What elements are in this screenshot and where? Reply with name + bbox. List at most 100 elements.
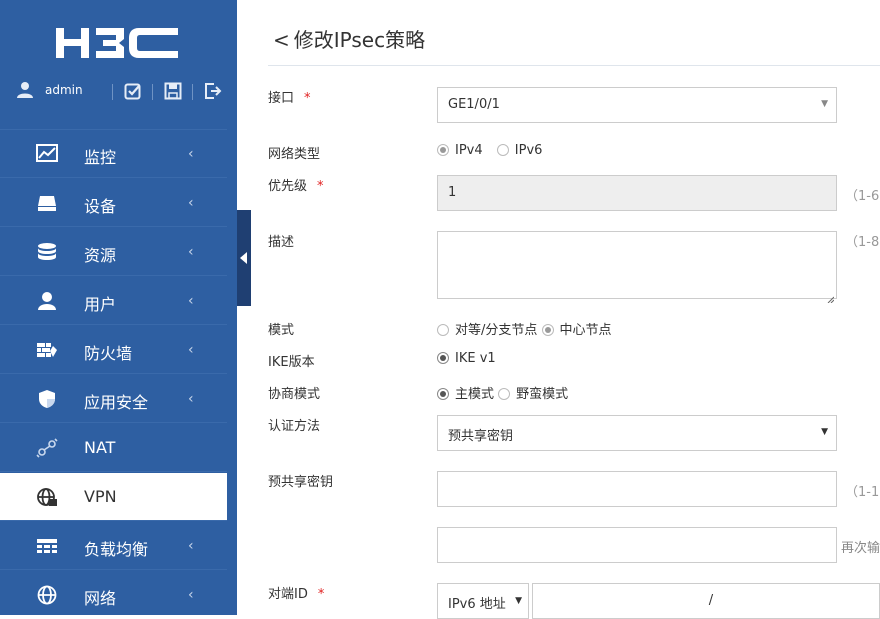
priority-label-text: 优先级 — [268, 179, 308, 194]
radio-label-ipv6: IPv6 — [514, 143, 543, 158]
load-balance-icon — [36, 536, 58, 556]
caret-down-icon: ▼ — [821, 427, 828, 437]
chevron-left-icon: ‹ — [188, 195, 194, 211]
caret-down-icon: ▼ — [821, 99, 828, 109]
nav-label: 应用安全 — [84, 393, 149, 412]
radio-label-aggressive-mode: 野蛮模式 — [516, 387, 569, 402]
chevron-left-icon: ‹ — [188, 244, 194, 260]
shield-icon — [36, 389, 58, 409]
interface-label-text: 接口 — [268, 91, 295, 106]
auth-method-value: 预共享密钥 — [448, 429, 514, 444]
description-label: 描述 — [268, 235, 295, 250]
interface-select[interactable]: GE1/0/1 ▼ — [437, 87, 837, 123]
main-content: < 修改IPsec策略 接口 * GE1/0/1 ▼ 网络类型 IPv4 IPv6 优… — [251, 0, 880, 619]
psk-confirm-hint: 再次输 — [841, 541, 880, 556]
psk-confirm-input[interactable] — [437, 527, 837, 563]
nat-link-icon — [36, 438, 58, 458]
mode-radios: 对等/分支节点 中心节点 — [437, 319, 622, 338]
nav-item-resource[interactable]: 资源 ‹ — [0, 228, 227, 276]
sidebar: admin 监控 ‹ 设备 ‹ 资源 ‹ 用户 ‹ 防火墙 ‹ 应用安全 ‹ N… — [0, 0, 237, 615]
psk-range-hint: （1-12 — [845, 485, 880, 500]
radio-ike-v1[interactable] — [437, 352, 449, 364]
radio-label-ipv4: IPv4 — [455, 143, 483, 158]
ike-version-radios: IKE v1 — [437, 351, 506, 366]
required-mark: * — [304, 91, 311, 106]
nav-item-vpn[interactable]: VPN — [0, 473, 227, 521]
sidebar-collapse-toggle[interactable] — [237, 210, 251, 306]
device-icon — [36, 193, 58, 213]
database-icon — [36, 242, 58, 262]
nav-item-monitor[interactable]: 监控 ‹ — [0, 130, 227, 178]
page-title: 修改IPsec策略 — [293, 28, 426, 52]
auth-method-label: 认证方法 — [268, 419, 321, 434]
nav-label: 网络 — [84, 589, 117, 608]
peer-id-input[interactable]: / — [532, 583, 880, 619]
user-icon — [36, 291, 58, 311]
chevron-left-icon: ‹ — [188, 342, 194, 358]
radio-center-node[interactable] — [541, 324, 554, 336]
chevron-left-icon: ‹ — [188, 538, 194, 554]
monitor-chart-icon — [36, 144, 58, 164]
radio-label-ike-v1: IKE v1 — [455, 351, 496, 366]
radio-peer-branch[interactable] — [437, 324, 449, 336]
nav-item-app-security[interactable]: 应用安全 ‹ — [0, 375, 227, 423]
radio-label-peer-branch: 对等/分支节点 — [455, 323, 538, 338]
psk-label: 预共享密钥 — [268, 475, 334, 490]
radio-label-main-mode: 主模式 — [455, 387, 495, 402]
nav-item-user[interactable]: 用户 ‹ — [0, 277, 227, 325]
chevron-left-icon: ‹ — [188, 146, 194, 162]
radio-aggressive-mode[interactable] — [498, 388, 511, 400]
nav-label: VPN — [84, 487, 117, 506]
priority-label: 优先级 * — [268, 175, 324, 194]
peer-id-value: / — [708, 593, 714, 608]
chevron-left-icon: ‹ — [188, 391, 194, 407]
h3c-logo — [56, 26, 178, 64]
nav-label: 防火墙 — [84, 344, 133, 363]
nav-item-nat[interactable]: NAT — [0, 424, 227, 472]
auth-method-select[interactable]: 预共享密钥 ▼ — [437, 415, 837, 451]
description-textarea[interactable] — [437, 231, 837, 304]
nav-label: 设备 — [84, 197, 117, 216]
priority-range-hint: （1-65 — [845, 189, 880, 204]
network-type-radios: IPv4 IPv6 — [437, 143, 552, 158]
network-globe-icon — [36, 585, 58, 605]
radio-ipv4[interactable] — [437, 144, 449, 156]
firewall-icon — [36, 340, 58, 360]
nav-item-hidden — [0, 82, 227, 130]
collapse-arrow-icon — [240, 252, 247, 264]
priority-value: 1 — [448, 185, 457, 200]
peer-id-type-select[interactable]: IPv6 地址 ▼ — [437, 583, 529, 619]
radio-main-mode[interactable] — [437, 388, 449, 400]
negotiation-mode-label: 协商模式 — [268, 387, 321, 402]
nav-item-firewall[interactable]: 防火墙 ‹ — [0, 326, 227, 374]
psk-input[interactable] — [437, 471, 837, 507]
nav-label: 负载均衡 — [84, 540, 149, 559]
interface-label: 接口 * — [268, 87, 311, 106]
required-mark: * — [317, 587, 325, 602]
nav-item-load-balance[interactable]: 负载均衡 ‹ — [0, 522, 227, 570]
header-divider — [268, 65, 880, 66]
priority-input[interactable]: 1 — [437, 175, 837, 211]
nav-item-network[interactable]: 网络 ‹ — [0, 571, 227, 615]
negotiation-mode-radios: 主模式 野蛮模式 — [437, 383, 578, 402]
back-chevron-icon[interactable]: < — [273, 28, 290, 52]
resize-grip-icon[interactable] — [826, 288, 835, 304]
page-header: < 修改IPsec策略 — [273, 24, 425, 53]
ike-version-label: IKE版本 — [268, 355, 315, 370]
radio-label-center-node: 中心节点 — [559, 323, 612, 338]
vpn-globe-icon — [36, 487, 58, 507]
caret-down-icon: ▼ — [515, 596, 522, 606]
mode-label: 模式 — [268, 323, 295, 338]
radio-ipv6[interactable] — [496, 144, 509, 156]
chevron-left-icon: ‹ — [188, 293, 194, 309]
nav-label: 监控 — [84, 148, 117, 167]
network-type-label: 网络类型 — [268, 147, 321, 162]
nav-item-device[interactable]: 设备 ‹ — [0, 179, 227, 227]
chevron-left-icon: ‹ — [188, 587, 194, 603]
interface-value: GE1/0/1 — [448, 97, 500, 112]
description-range-hint: （1-80 — [845, 235, 880, 250]
peer-id-label-text: 对端ID — [268, 587, 308, 602]
nav-label: 用户 — [84, 295, 117, 314]
required-mark: * — [317, 179, 324, 194]
peer-id-type-value: IPv6 地址 — [448, 597, 506, 612]
